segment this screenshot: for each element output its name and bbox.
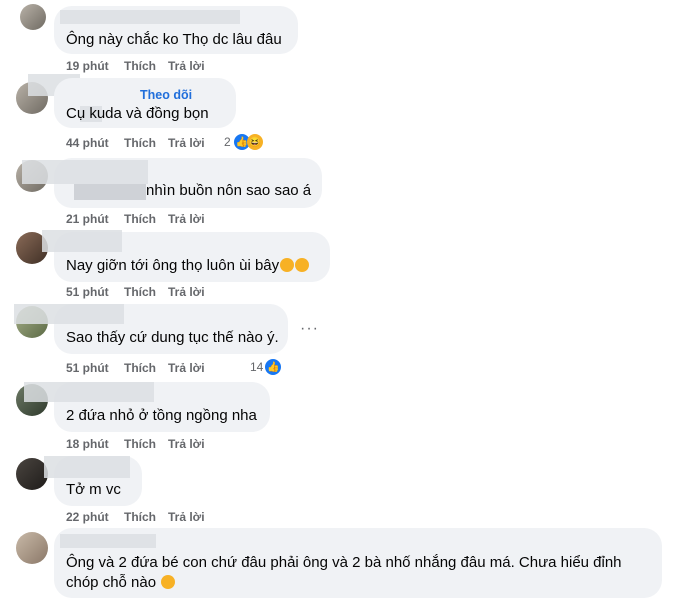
reaction-summary[interactable]: 14 👍 [250,359,282,375]
comment-meta: 22 phút Thích Trả lời [66,510,205,524]
redacted-author [44,456,130,478]
comment-text-body: chóp chỗ nào [66,574,157,591]
comment-meta: 21 phút Thích Trả lời [66,212,205,226]
timestamp-link[interactable]: 51 phút [66,285,124,299]
comment-meta: 51 phút Thích Trả lời [66,361,205,375]
redacted-author [24,382,154,402]
comment-bubble: Ông và 2 đứa bé con chứ đâu phải ông và … [54,528,662,598]
redacted-author [60,10,240,24]
comment-text: Ông và 2 đứa bé con chứ đâu phải ông và … [66,554,622,571]
reaction-count: 14 [250,360,264,374]
redacted-author [42,230,122,252]
comment-bubble: Sao thấy cứ dung tục thế nào ý. [14,304,288,354]
eye-roll-emoji [161,575,176,589]
comment-bubble: Theo dõi Cụ kuda và đồng bọn [54,78,236,128]
comment-text: Nay giỡn tới ông thọ luôn ùi bây [66,256,310,276]
comment-text: Cụ kuda và đồng bọn [66,105,209,122]
like-link[interactable]: Thích [124,361,168,375]
like-icon: 👍 [265,359,282,375]
reply-link[interactable]: Trả lời [168,510,205,524]
comment-bubble: Ông này chắc ko Thọ dc lâu đâu [54,6,298,54]
rofl-emoji [295,258,310,272]
redacted-author [14,304,124,324]
reply-link[interactable]: Trả lời [168,437,205,451]
reaction-count: 2 [224,135,231,149]
comment-text-body: Nay giỡn tới ông thọ luôn ùi bây [66,257,280,274]
reply-link[interactable]: Trả lời [168,361,205,375]
timestamp-link[interactable]: 44 phút [66,136,124,150]
reaction-summary[interactable]: 2 👍 😆 [224,134,263,150]
timestamp-link[interactable]: 21 phút [66,212,124,226]
like-link[interactable]: Thích [124,212,168,226]
like-link[interactable]: Thích [124,59,168,73]
avatar[interactable] [20,4,46,30]
comment-text: nhìn buồn nôn sao sao á [146,182,312,199]
timestamp-link[interactable]: 22 phút [66,510,124,524]
like-link[interactable]: Thích [124,437,168,451]
more-options-icon[interactable]: ··· [300,320,319,338]
comment-text: chóp chỗ nào [66,573,176,593]
follow-link[interactable]: Theo dõi [140,88,192,102]
comment-meta: 18 phút Thích Trả lời [66,437,205,451]
comment-meta: 19 phút Thích Trả lời [66,59,205,73]
comment-bubble: Nay giỡn tới ông thọ luôn ùi bây [42,230,330,282]
haha-icon: 😆 [246,134,263,150]
comment-author: Theo dõi [136,88,192,102]
comment-text: Tở m vc [66,481,121,498]
comment-text: Sao thấy cứ dung tục thế nào ý. [66,329,279,346]
comment-bubble: nhìn buồn nôn sao sao á [22,158,322,208]
like-link[interactable]: Thích [124,510,168,524]
redacted-author [22,160,148,184]
like-link[interactable]: Thích [124,285,168,299]
reply-link[interactable]: Trả lời [168,59,205,73]
redacted-author [74,184,146,200]
redacted-author [60,534,156,548]
timestamp-link[interactable]: 51 phút [66,361,124,375]
comment-bubble: Tở m vc [44,456,142,506]
comment-bubble: 2 đứa nhỏ ở tồng ngồng nha [24,382,270,432]
like-link[interactable]: Thích [124,136,168,150]
timestamp-link[interactable]: 19 phút [66,59,124,73]
comment-text: 2 đứa nhỏ ở tồng ngồng nha [66,407,257,424]
comment-text: Ông này chắc ko Thọ dc lâu đâu [66,31,282,48]
reply-link[interactable]: Trả lời [168,285,205,299]
comment-meta: 44 phút Thích Trả lời [66,136,205,150]
rofl-emoji [280,258,295,272]
avatar[interactable] [16,532,48,564]
timestamp-link[interactable]: 18 phút [66,437,124,451]
reply-link[interactable]: Trả lời [168,136,205,150]
comment-meta: 51 phút Thích Trả lời [66,285,205,299]
reply-link[interactable]: Trả lời [168,212,205,226]
